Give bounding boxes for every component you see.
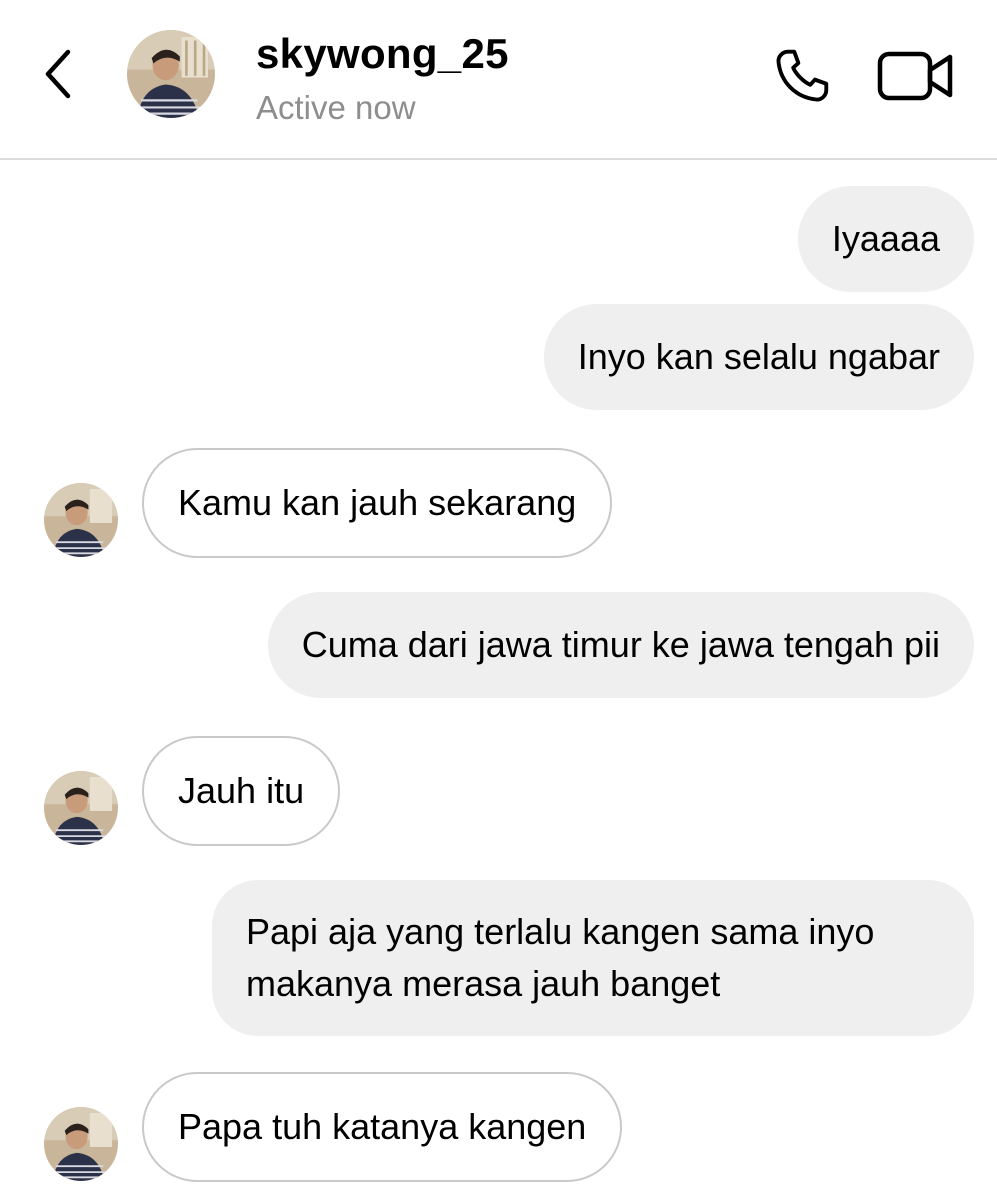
profile-photo [44,1107,118,1181]
active-status: Active now [256,89,416,126]
sent-message-bubble[interactable]: Iyaaaa [797,186,974,292]
message-row: Kamu kan jauh sekarang [0,448,997,558]
received-message-bubble[interactable]: Kamu kan jauh sekarang [142,448,613,558]
sent-message-bubble[interactable]: Inyo kan selalu ngabar [543,304,974,410]
back-button[interactable] [28,44,88,104]
chevron-left-icon [45,49,71,99]
phone-icon [776,49,829,102]
message-row: Jauh itu [0,736,997,846]
message-row: Inyo kan selalu ngabar [0,304,997,414]
sent-message-bubble[interactable]: Papi aja yang terlalu kangen sama inyo m… [212,880,974,1036]
message-row: Papa tuh katanya kangen [0,1072,997,1182]
voice-call-button[interactable] [762,38,842,114]
sender-avatar[interactable] [44,483,118,557]
sender-avatar[interactable] [44,1107,118,1181]
message-row: Iyaaaa [0,186,997,296]
profile-photo [44,483,118,557]
message-row: Cuma dari jawa timur ke jawa tengah pii [0,592,997,702]
video-call-button[interactable] [870,38,962,114]
chat-username[interactable]: skywong_25 [256,30,509,78]
message-thread[interactable]: Iyaaaa Inyo kan selalu ngabar Kamu kan j… [0,162,997,1200]
received-message-bubble[interactable]: Papa tuh katanya kangen [142,1072,623,1182]
chat-header: skywong_25 Active now [0,0,997,160]
sent-message-bubble[interactable]: Cuma dari jawa timur ke jawa tengah pii [267,592,974,698]
video-camera-icon [877,51,953,101]
profile-photo [44,771,118,845]
message-row: Papi aja yang terlalu kangen sama inyo m… [0,880,997,1040]
sender-avatar[interactable] [44,771,118,845]
received-message-bubble[interactable]: Jauh itu [142,736,341,846]
profile-photo [127,30,215,118]
header-avatar[interactable] [127,30,215,118]
